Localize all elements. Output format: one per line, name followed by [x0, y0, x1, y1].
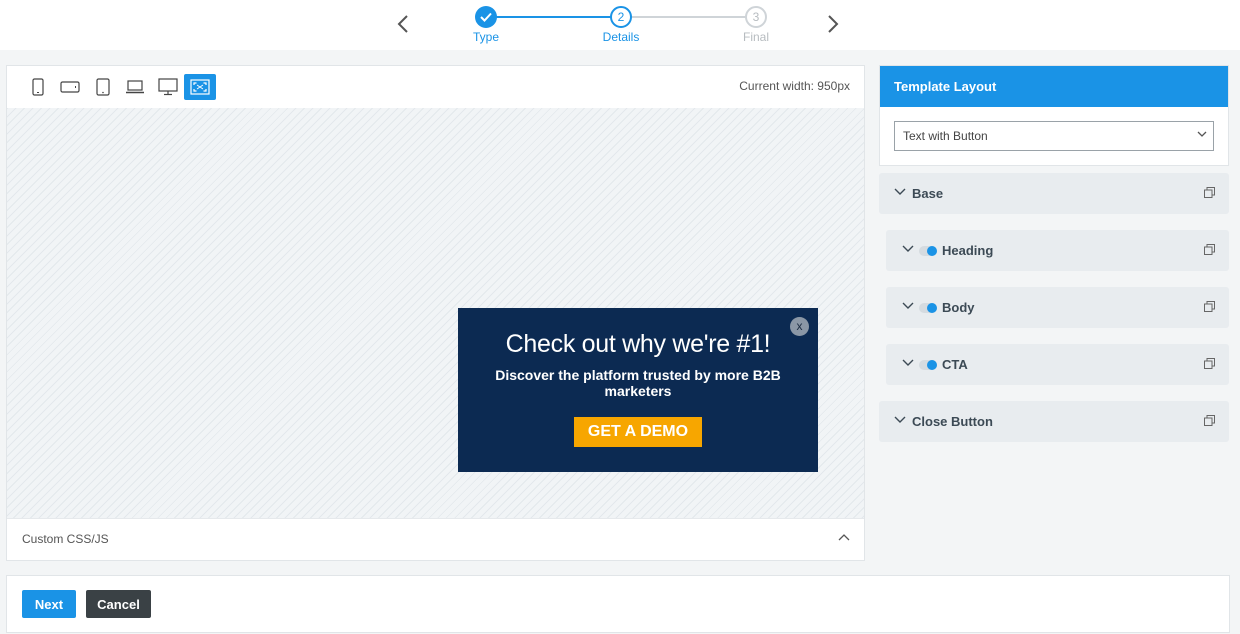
chevron-down-icon — [902, 302, 914, 309]
device-fullscreen-button[interactable] — [184, 74, 216, 100]
mobile-landscape-icon — [60, 81, 80, 93]
wizard-step-details[interactable]: 2 Details — [581, 6, 661, 44]
section-label: Base — [912, 186, 944, 201]
template-layout-title: Template Layout — [880, 66, 1228, 107]
popup-body: Discover the platform trusted by more B2… — [495, 367, 781, 399]
popup-heading: Check out why we're #1! — [505, 330, 771, 358]
duplicate-icon[interactable] — [1204, 187, 1215, 198]
section-close-button[interactable]: Close Button — [879, 401, 1229, 442]
section-body[interactable]: Body — [886, 287, 1229, 328]
chevron-down-icon — [894, 188, 906, 195]
template-layout-panel: Template Layout Text with Button — [879, 65, 1229, 166]
device-toolbar: Current width: 950px — [7, 66, 864, 108]
device-laptop-button[interactable] — [119, 74, 151, 100]
next-button[interactable]: Next — [22, 590, 76, 618]
section-label: Heading — [942, 243, 994, 258]
step-complete-circle — [475, 6, 497, 28]
chevron-down-icon — [894, 416, 906, 423]
toggle-knob — [927, 246, 937, 256]
step-label: Details — [602, 30, 640, 44]
section-label: Close Button — [912, 414, 993, 429]
toggle-knob — [927, 360, 937, 370]
chevron-right-icon — [828, 15, 839, 33]
wizard-step-type[interactable]: Type — [446, 6, 526, 44]
duplicate-icon[interactable] — [1204, 301, 1215, 312]
desktop-icon — [158, 78, 178, 96]
device-mobile-landscape-button[interactable] — [54, 74, 86, 100]
toggle-knob — [927, 303, 937, 313]
wizard-step-final[interactable]: 3 Final — [716, 6, 796, 44]
cancel-button[interactable]: Cancel — [86, 590, 151, 618]
chevron-down-icon — [902, 245, 914, 252]
body-visibility-toggle[interactable] — [919, 303, 937, 313]
template-layout-select[interactable]: Text with Button — [894, 121, 1214, 151]
cta-visibility-toggle[interactable] — [919, 360, 937, 370]
popup-cta-button[interactable]: GET A DEMO — [573, 417, 703, 447]
chevron-down-icon — [902, 359, 914, 366]
tablet-icon — [96, 78, 110, 96]
custom-css-js-toggle[interactable]: Custom CSS/JS — [7, 518, 864, 560]
custom-css-js-label: Custom CSS/JS — [22, 532, 109, 546]
mobile-portrait-icon — [32, 78, 44, 96]
wizard-next-button[interactable] — [821, 12, 845, 36]
popup-preview[interactable]: x Check out why we're #1! Discover the p… — [458, 308, 818, 472]
section-base[interactable]: Base — [879, 173, 1229, 214]
device-tablet-button[interactable] — [87, 74, 119, 100]
fullscreen-icon — [190, 79, 210, 95]
heading-visibility-toggle[interactable] — [919, 246, 937, 256]
chevron-down-icon — [1197, 131, 1207, 137]
section-label: Body — [942, 300, 975, 315]
popup-close-button[interactable]: x — [790, 317, 809, 336]
chevron-up-icon — [838, 534, 850, 541]
step-label: Final — [742, 30, 769, 44]
footer-bar: Next Cancel — [6, 575, 1230, 633]
step-number: 2 — [610, 6, 632, 28]
checkmark-icon — [480, 12, 492, 22]
section-label: CTA — [942, 357, 968, 372]
laptop-icon — [126, 80, 144, 94]
duplicate-icon[interactable] — [1204, 358, 1215, 369]
section-heading[interactable]: Heading — [886, 230, 1229, 271]
duplicate-icon[interactable] — [1204, 244, 1215, 255]
step-number: 3 — [745, 6, 767, 28]
preview-panel: Current width: 950px x Check out why we'… — [6, 65, 865, 561]
current-width-readout: Current width: 950px — [739, 79, 850, 93]
preview-canvas: x Check out why we're #1! Discover the p… — [7, 108, 864, 518]
step-label: Type — [472, 30, 499, 44]
device-mobile-portrait-button[interactable] — [22, 74, 54, 100]
wizard-prev-button[interactable] — [391, 12, 415, 36]
template-layout-value: Text with Button — [903, 129, 988, 143]
duplicate-icon[interactable] — [1204, 415, 1215, 426]
section-cta[interactable]: CTA — [886, 344, 1229, 385]
chevron-left-icon — [397, 15, 408, 33]
wizard-header: Type 2 Details 3 Final — [0, 0, 1240, 50]
device-desktop-button[interactable] — [152, 74, 184, 100]
